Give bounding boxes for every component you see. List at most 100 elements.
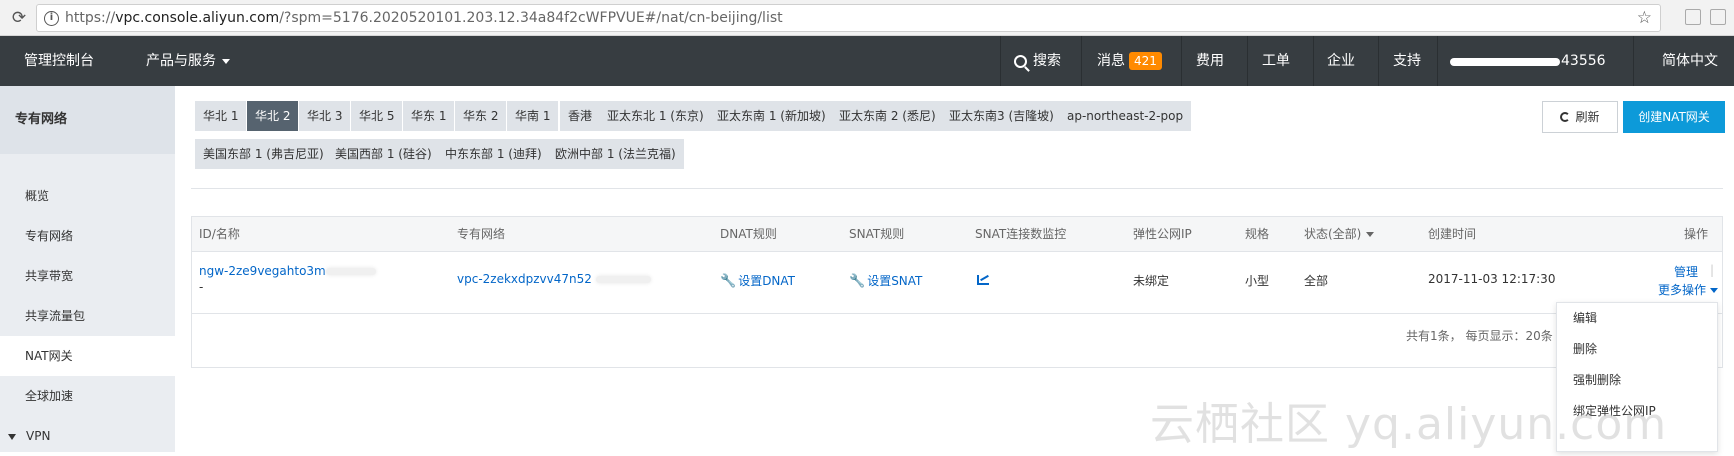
address-bar[interactable]: i https://vpc.console.aliyun.com/?spm=51…	[36, 4, 1661, 32]
set-snat-label: 设置SNAT	[867, 274, 923, 288]
snat-monitor-chart-button[interactable]	[977, 274, 989, 288]
sidebar-title: 专有网络	[0, 86, 175, 154]
region-tab[interactable]: 华东 2	[455, 101, 507, 131]
sidebar-item-vpc[interactable]: 专有网络	[0, 216, 175, 256]
products-menu[interactable]: 产品与服务	[146, 36, 230, 86]
column-header-status-filter[interactable]: 状态(全部)	[1304, 217, 1375, 252]
sidebar-item-vpn[interactable]: VPN	[0, 416, 175, 456]
redacted-text	[325, 268, 376, 275]
region-tab[interactable]: 亚太东北 1 (东京)	[599, 101, 712, 131]
url-prefix: https://	[65, 10, 116, 26]
line-chart-icon	[977, 275, 989, 285]
redacted-account	[1450, 58, 1560, 66]
vpc-id: vpc-2zekxdpzvv47n52	[457, 272, 592, 286]
pagination-info: 共有1条， 每页显示：20条	[1406, 329, 1553, 343]
gateway-id-link[interactable]: ngw-2ze9vegahto3m	[199, 264, 376, 278]
sidebar-item-shared-bandwidth[interactable]: 共享带宽	[0, 256, 175, 296]
more-actions-label: 更多操作	[1658, 283, 1707, 297]
column-header-spec: 规格	[1245, 227, 1270, 241]
billing-link[interactable]: 费用	[1196, 36, 1224, 86]
gateway-id: ngw-2ze9vegahto3m	[199, 264, 326, 278]
table-row: ngw-2ze9vegahto3m - vpc-2zekxdpzvv47n52 …	[192, 252, 1722, 314]
watermark: 云栖社区 yq.aliyun.com	[1150, 399, 1668, 450]
messages-button[interactable]: 消息 421	[1097, 36, 1162, 86]
region-tab[interactable]: 欧洲中部 1 (法兰克福)	[547, 139, 684, 169]
created-time: 2017-11-03 12:17:30	[1428, 272, 1556, 286]
url-text: https://vpc.console.aliyun.com/?spm=5176…	[65, 10, 783, 26]
sidebar-item-label: NAT网关	[25, 349, 73, 363]
refresh-label: 刷新	[1575, 110, 1600, 124]
browser-toolbar: ⟳ i https://vpc.console.aliyun.com/?spm=…	[0, 0, 1734, 36]
region-tab[interactable]: 美国东部 1 (弗吉尼亚)	[195, 139, 332, 169]
region-tab[interactable]: 亚太东南 1 (新加坡)	[709, 101, 834, 131]
chevron-down-icon	[222, 58, 230, 64]
console-home-link[interactable]: 管理控制台	[24, 36, 94, 86]
sidebar-item-global-acceleration[interactable]: 全球加速	[0, 376, 175, 416]
extension-icon[interactable]	[1685, 9, 1701, 25]
region-tab[interactable]: 香港	[560, 101, 601, 131]
chevron-down-icon	[1366, 232, 1375, 237]
caret-down-icon	[8, 433, 16, 440]
menu-item-delete[interactable]: 删除	[1557, 334, 1717, 365]
sidebar-item-overview[interactable]: 概览	[0, 176, 175, 216]
region-tab[interactable]: 华北 3	[299, 101, 351, 131]
chevron-down-icon	[1710, 288, 1719, 293]
refresh-icon	[1560, 112, 1571, 122]
region-tab[interactable]: 美国西部 1 (硅谷)	[327, 139, 440, 169]
sidebar-item-shared-traffic[interactable]: 共享流量包	[0, 296, 175, 336]
create-nat-gateway-button[interactable]: 创建NAT网关	[1623, 101, 1725, 133]
column-header-ops: 操作	[1684, 227, 1709, 241]
region-tab[interactable]: 中东东部 1 (迪拜)	[437, 139, 550, 169]
divider	[191, 188, 1723, 189]
region-tab[interactable]: 亚太东南3 (吉隆坡)	[941, 101, 1062, 131]
column-header-created: 创建时间	[1428, 227, 1477, 241]
table-header: ID/名称 专有网络 DNAT规则 SNAT规则 SNAT连接数监控 弹性公网I…	[192, 217, 1722, 252]
enterprise-link[interactable]: 企业	[1327, 36, 1355, 86]
search-button[interactable]: 搜索	[1014, 36, 1061, 86]
more-actions-link[interactable]: 更多操作	[1658, 281, 1719, 298]
vpc-id-link[interactable]: vpc-2zekxdpzvv47n52	[457, 272, 651, 286]
column-header-snat-monitor: SNAT连接数监控	[975, 227, 1067, 241]
region-tab[interactable]: 亚太东南 2 (悉尼)	[831, 101, 944, 131]
sidebar-item-label: 共享带宽	[25, 269, 74, 283]
reload-icon[interactable]: ⟳	[8, 7, 30, 29]
region-tab[interactable]: 华北 1	[195, 101, 247, 131]
ticket-link[interactable]: 工单	[1262, 36, 1290, 86]
nav-divider	[1437, 36, 1438, 86]
search-label: 搜索	[1033, 53, 1061, 69]
redacted-text	[595, 276, 651, 283]
support-link[interactable]: 支持	[1393, 36, 1421, 86]
refresh-button[interactable]: 刷新	[1542, 101, 1618, 133]
wrench-icon: 🔧	[849, 274, 866, 289]
language-switch[interactable]: 简体中文	[1662, 36, 1718, 86]
region-tab[interactable]: ap-northeast-2-pop	[1059, 101, 1192, 131]
url-host: vpc.console.aliyun.com	[115, 10, 280, 26]
nav-divider	[1313, 36, 1314, 86]
account-menu[interactable]: 43556	[1561, 36, 1606, 86]
column-header-dnat: DNAT规则	[720, 227, 777, 241]
region-tab[interactable]: 华南 1	[507, 101, 559, 131]
sidebar-item-label: VPN	[26, 429, 51, 443]
region-tab-active[interactable]: 华北 2	[247, 101, 299, 131]
nat-gateway-table: ID/名称 专有网络 DNAT规则 SNAT规则 SNAT连接数监控 弹性公网I…	[191, 216, 1723, 368]
set-snat-link[interactable]: 🔧 设置SNAT	[849, 272, 922, 289]
region-tab[interactable]: 华北 5	[351, 101, 403, 131]
nav-divider	[1181, 36, 1182, 86]
ops-separator: |	[1710, 263, 1715, 277]
region-tab[interactable]: 华东 1	[403, 101, 455, 131]
manage-link[interactable]: 管理	[1674, 263, 1698, 280]
spec-value: 小型	[1245, 274, 1270, 288]
set-dnat-link[interactable]: 🔧 设置DNAT	[720, 272, 795, 289]
sidebar-item-label: 概览	[25, 189, 50, 203]
sidebar-item-label: 共享流量包	[25, 309, 86, 323]
nav-divider	[1000, 36, 1001, 86]
menu-item-edit[interactable]: 编辑	[1557, 303, 1717, 334]
column-header-eip: 弹性公网IP	[1133, 227, 1192, 241]
menu-icon[interactable]	[1710, 9, 1726, 25]
nav-divider	[1247, 36, 1248, 86]
nav-divider	[1081, 36, 1082, 86]
bookmark-star-icon[interactable]: ☆	[1637, 8, 1652, 28]
sidebar-item-nat-gateway[interactable]: NAT网关	[0, 336, 175, 376]
column-header-vpc: 专有网络	[457, 227, 506, 241]
info-icon[interactable]: i	[44, 11, 59, 26]
